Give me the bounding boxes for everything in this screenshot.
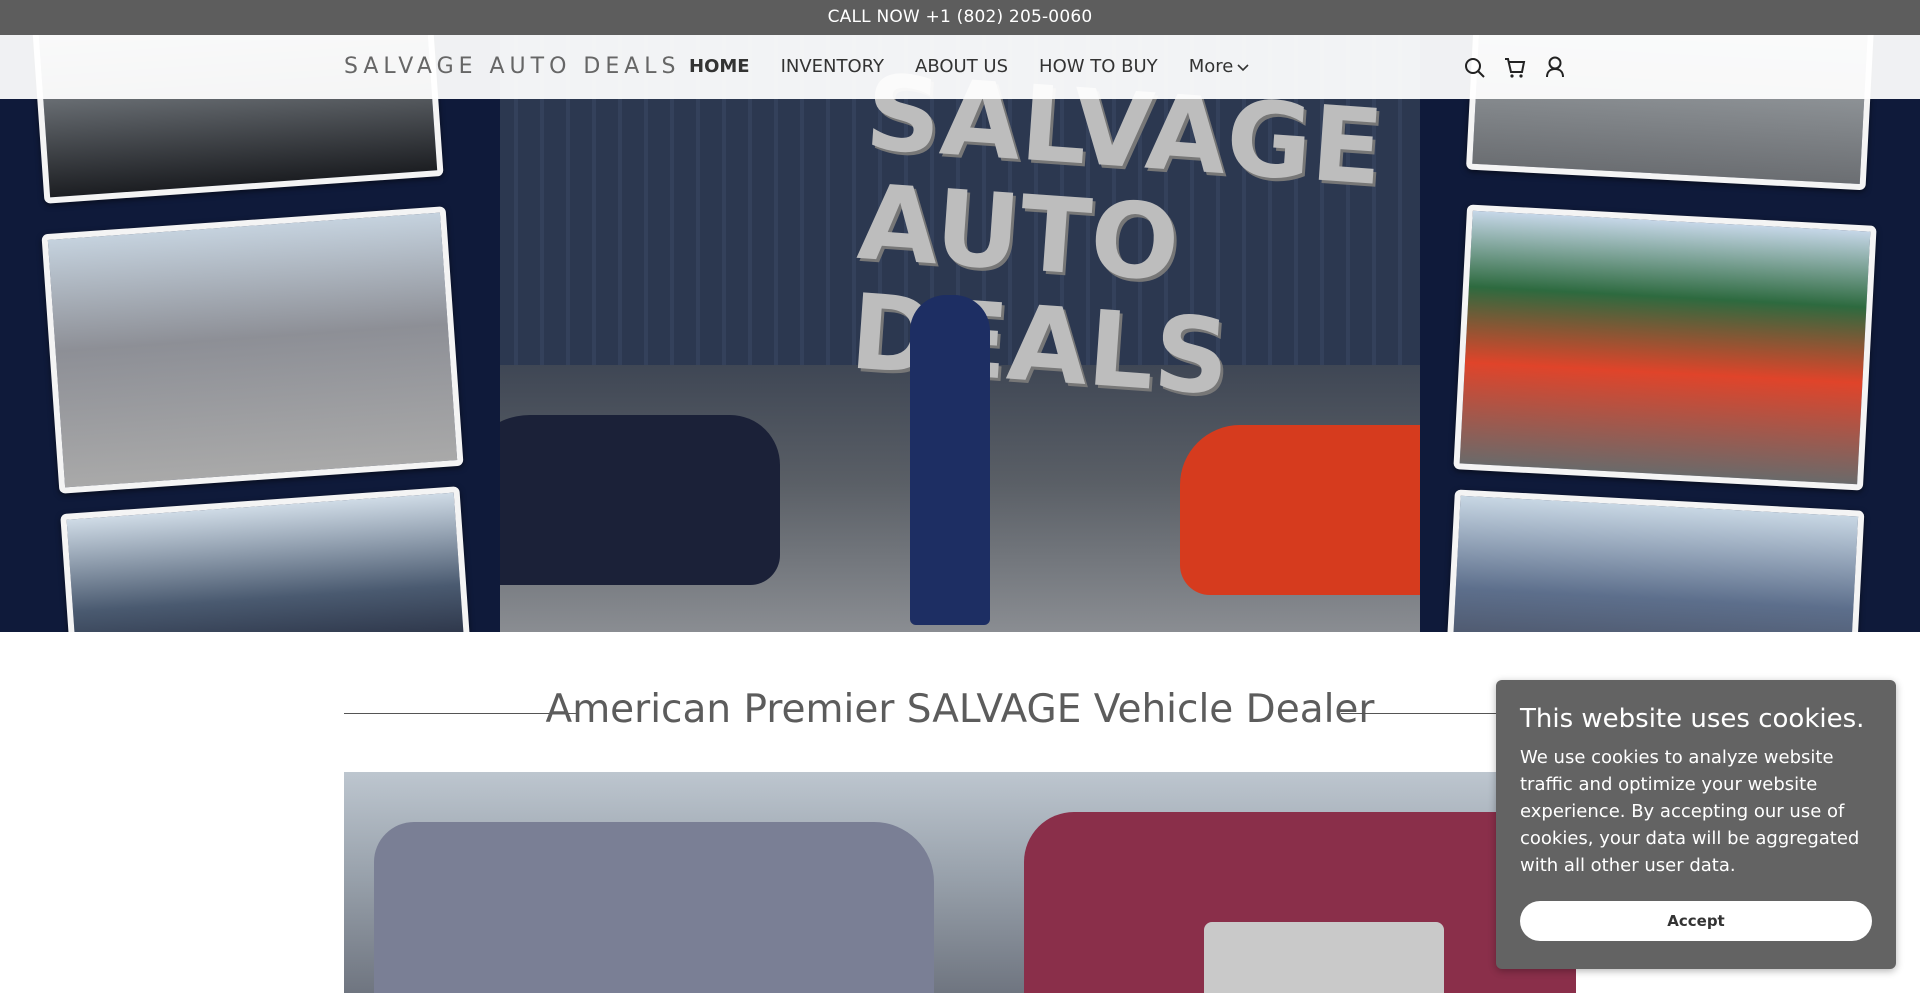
page-title: American Premier SALVAGE Vehicle Dealer <box>545 687 1375 732</box>
search-icon[interactable] <box>1463 53 1487 81</box>
collage-photo-dark-car <box>60 486 472 632</box>
account-icon[interactable] <box>1543 53 1567 81</box>
nav-item-more[interactable]: More <box>1189 35 1250 99</box>
cookie-message: We use cookies to analyze website traffi… <box>1520 747 1860 876</box>
hero-image: SALVAGE AUTO DEALS <box>0 35 1920 632</box>
dark-car <box>460 415 780 585</box>
nav-item-about-us[interactable]: ABOUT US <box>915 35 1008 99</box>
collage-photo-gray-ram <box>1445 489 1865 632</box>
cart-icon[interactable] <box>1503 53 1527 81</box>
nav-item-how-to-buy[interactable]: HOW TO BUY <box>1039 35 1158 99</box>
chevron-down-icon <box>1237 36 1249 100</box>
dealership-photo: SALVAGE AUTO DEALS <box>440 35 1480 632</box>
nav-menu: HOME INVENTORY ABOUT US HOW TO BUY More <box>689 35 1280 99</box>
nav-item-home[interactable]: HOME <box>689 35 750 99</box>
truck-grille <box>1204 922 1444 993</box>
collage-photo-silver-truck <box>41 206 464 494</box>
nav-item-inventory[interactable]: INVENTORY <box>781 35 884 99</box>
salesman <box>910 295 990 625</box>
brand-logo[interactable]: SALVAGE AUTO DEALS <box>344 35 681 99</box>
silver-truck <box>374 822 934 993</box>
call-now-banner[interactable]: CALL NOW +1 (802) 205-0060 <box>0 0 1920 35</box>
cookie-banner: This website uses cookies. We use cookie… <box>1496 680 1896 969</box>
vehicles-photo <box>344 772 1576 993</box>
accept-cookies-button[interactable]: Accept <box>1520 901 1872 941</box>
section-heading: American Premier SALVAGE Vehicle Dealer <box>344 680 1576 740</box>
cookie-title: This website uses cookies. <box>1520 704 1865 734</box>
photo-collage-left <box>0 35 500 632</box>
nav-item-more-label: More <box>1188 56 1234 77</box>
collage-photo-red-charger <box>1453 204 1877 491</box>
photo-collage-right <box>1420 35 1920 632</box>
nav-icons <box>1463 53 1567 81</box>
main-nav: SALVAGE AUTO DEALS HOME INVENTORY ABOUT … <box>0 35 1920 99</box>
